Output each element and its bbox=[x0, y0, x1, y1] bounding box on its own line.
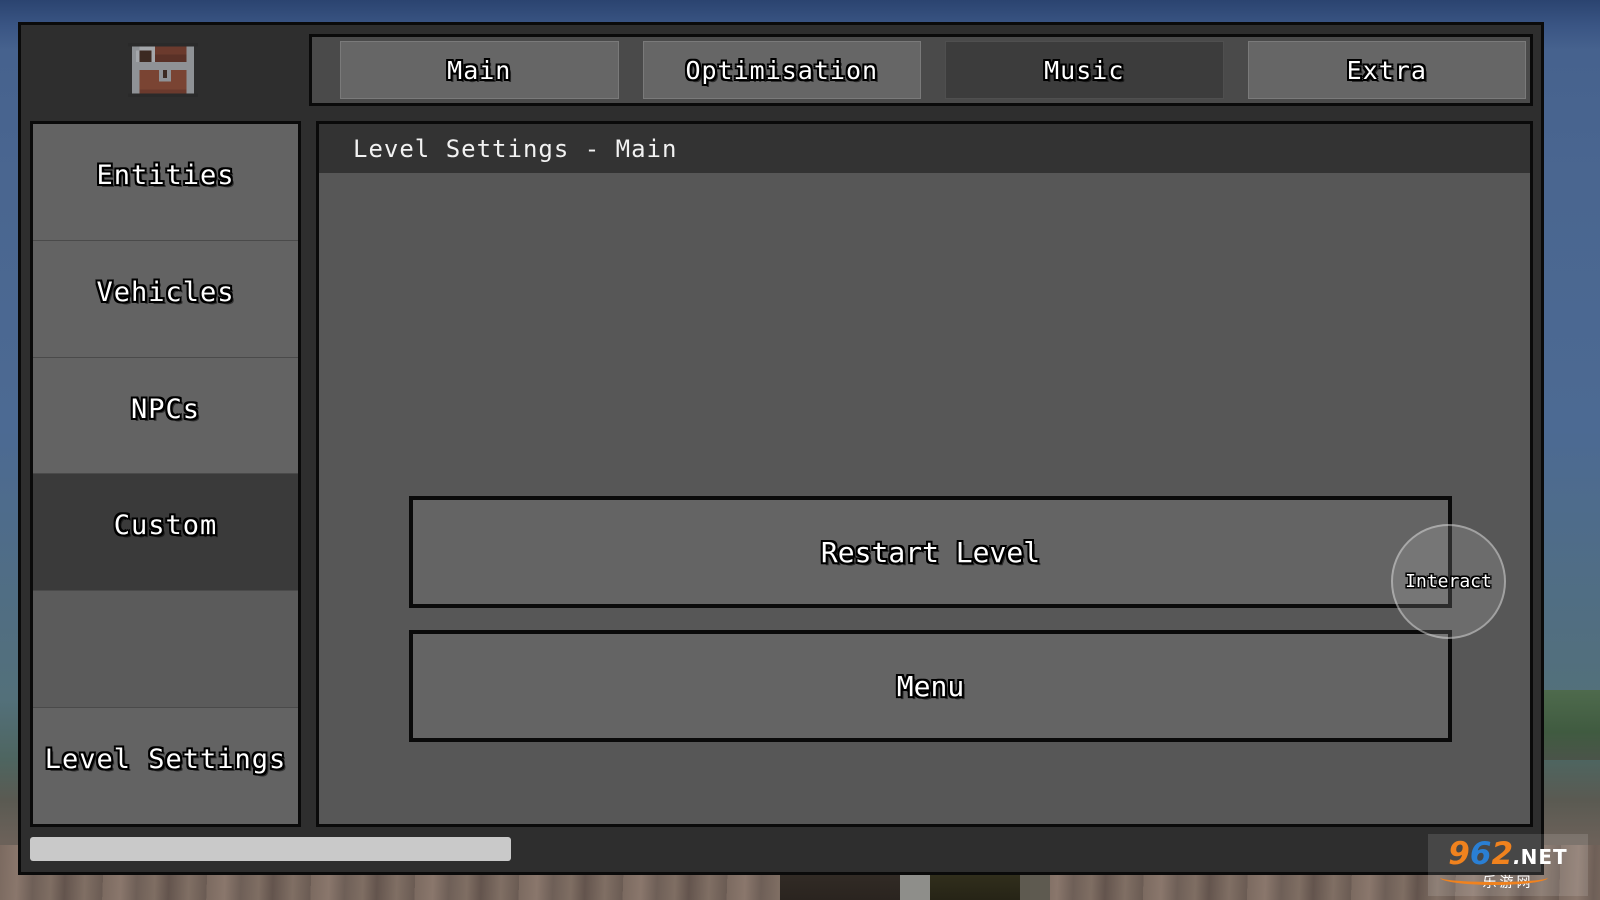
tab-optimisation-label: Optimisation bbox=[685, 55, 879, 85]
watermark-wordmark: 9 6 2. NET bbox=[1448, 835, 1568, 872]
tab-optimisation[interactable]: Optimisation bbox=[642, 41, 921, 99]
sidebar-item-label: Custom bbox=[113, 510, 218, 542]
tab-slot-3: Extra bbox=[1224, 41, 1526, 99]
horizontal-scrollbar-thumb[interactable] bbox=[30, 837, 511, 861]
restart-level-button[interactable]: Restart Level bbox=[409, 496, 1452, 608]
page-title: Level Settings - Main bbox=[353, 134, 678, 163]
watermark-dot: . bbox=[1513, 844, 1521, 869]
watermark-digit-9: 9 bbox=[1448, 835, 1470, 872]
sidebar: Entities Vehicles NPCs Custom Level Sett… bbox=[30, 121, 301, 827]
tab-slot-0: Main bbox=[316, 41, 619, 99]
menu-button[interactable]: Menu bbox=[409, 630, 1452, 742]
site-watermark: 9 6 2. NET 乐游网 bbox=[1428, 834, 1588, 896]
treasure-chest-icon bbox=[128, 42, 198, 98]
tab-extra-label: Extra bbox=[1346, 55, 1427, 85]
watermark-net: NET bbox=[1520, 844, 1568, 869]
sidebar-item-label: Entities bbox=[96, 160, 235, 191]
content-header: Level Settings - Main bbox=[319, 124, 1530, 173]
sidebar-item-level-settings[interactable]: Level Settings bbox=[33, 708, 298, 824]
sidebar-item-custom[interactable]: Custom bbox=[33, 474, 298, 592]
editor-window: Main Optimisation Music Extra Entities V… bbox=[18, 22, 1544, 875]
sidebar-item-label: NPCs bbox=[130, 393, 201, 425]
content-panel: Level Settings - Main Restart Level Menu bbox=[316, 121, 1533, 827]
tab-music-label: Music bbox=[1044, 55, 1125, 85]
tab-main-label: Main bbox=[447, 55, 512, 85]
watermark-digit-6: 6 bbox=[1469, 835, 1492, 872]
sidebar-item-empty bbox=[33, 591, 298, 709]
sidebar-item-label: Level Settings bbox=[44, 744, 287, 776]
tab-main[interactable]: Main bbox=[340, 41, 619, 99]
content-body: Restart Level Menu bbox=[319, 173, 1530, 824]
menu-label: Menu bbox=[896, 669, 965, 703]
sidebar-item-entities[interactable]: Entities bbox=[33, 124, 298, 241]
restart-level-label: Restart Level bbox=[820, 535, 1041, 569]
watermark-swoosh bbox=[1440, 870, 1548, 885]
tab-slot-2: Music bbox=[921, 41, 1224, 99]
tab-extra[interactable]: Extra bbox=[1247, 41, 1526, 99]
horizontal-scrollbar-track[interactable] bbox=[30, 837, 1533, 861]
tab-music[interactable]: Music bbox=[945, 41, 1224, 99]
interact-button-label: Interact bbox=[1405, 571, 1492, 592]
watermark-digit-2: 2 bbox=[1491, 835, 1514, 872]
tab-slot-1: Optimisation bbox=[619, 41, 921, 99]
app-logo bbox=[25, 29, 301, 111]
sidebar-item-label: Vehicles bbox=[96, 276, 235, 308]
tab-bar: Main Optimisation Music Extra bbox=[309, 34, 1533, 106]
sidebar-item-npcs[interactable]: NPCs bbox=[33, 357, 298, 475]
sidebar-item-vehicles[interactable]: Vehicles bbox=[33, 240, 298, 358]
interact-button[interactable]: Interact bbox=[1391, 524, 1506, 639]
